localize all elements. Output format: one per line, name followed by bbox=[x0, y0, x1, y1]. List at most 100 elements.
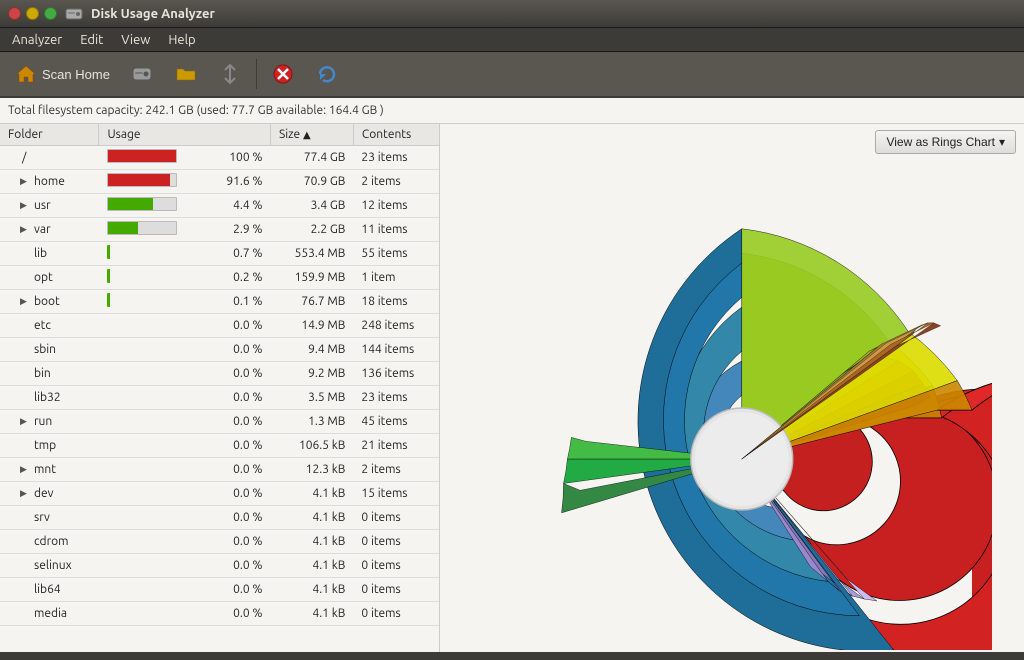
folder-name-text: cdrom bbox=[34, 535, 68, 548]
table-row[interactable]: media0.0 %4.1 kB0 items bbox=[0, 602, 439, 626]
table-row[interactable]: ▶mnt0.0 %12.3 kB2 items bbox=[0, 458, 439, 482]
stop-button[interactable] bbox=[263, 58, 303, 90]
folder-name-text: tmp bbox=[34, 439, 56, 452]
menu-help[interactable]: Help bbox=[160, 31, 203, 49]
col-usage[interactable]: Usage bbox=[99, 124, 271, 146]
close-button[interactable] bbox=[8, 7, 21, 20]
maximize-button[interactable] bbox=[44, 7, 57, 20]
table-row[interactable]: ▶dev0.0 %4.1 kB15 items bbox=[0, 482, 439, 506]
usage-bar-container bbox=[107, 197, 177, 211]
usage-bar-fill bbox=[107, 461, 110, 475]
menu-edit[interactable]: Edit bbox=[72, 31, 111, 49]
usage-bar-fill bbox=[107, 437, 110, 451]
usage-percent-cell: 0.0 % bbox=[206, 338, 271, 362]
table-row[interactable]: srv0.0 %4.1 kB0 items bbox=[0, 506, 439, 530]
rescan-button[interactable] bbox=[210, 58, 250, 90]
expand-arrow-icon[interactable]: ▶ bbox=[20, 176, 30, 187]
table-row[interactable]: ▶usr4.4 %3.4 GB12 items bbox=[0, 194, 439, 218]
usage-bar-fill bbox=[108, 174, 170, 186]
usage-percent-cell: 0.0 % bbox=[206, 482, 271, 506]
contents-cell: 23 items bbox=[353, 386, 439, 410]
minimize-button[interactable] bbox=[26, 7, 39, 20]
folder-icon bbox=[174, 62, 198, 86]
usage-bar-container bbox=[107, 557, 177, 571]
table-row[interactable]: cdrom0.0 %4.1 kB0 items bbox=[0, 530, 439, 554]
folder-name-cell: lib64 bbox=[0, 578, 99, 602]
folder-name-text: srv bbox=[34, 511, 50, 524]
table-row[interactable]: ▶home91.6 %70.9 GB2 items bbox=[0, 170, 439, 194]
size-cell: 77.4 GB bbox=[270, 146, 353, 170]
menu-view[interactable]: View bbox=[113, 31, 158, 49]
usage-bar-fill bbox=[108, 198, 153, 210]
table-row[interactable]: /100 %77.4 GB23 items bbox=[0, 146, 439, 170]
sunburst-chart bbox=[472, 170, 992, 650]
refresh-button[interactable] bbox=[307, 58, 347, 90]
table-header-row: Folder Usage Size ▲ Contents bbox=[0, 124, 439, 146]
file-list-panel[interactable]: Folder Usage Size ▲ Contents / 100 %77.4 … bbox=[0, 124, 440, 652]
expand-arrow-icon[interactable]: ▶ bbox=[20, 416, 30, 427]
usage-bar-container bbox=[107, 533, 177, 547]
usage-bar-container bbox=[107, 365, 177, 379]
usage-bar-fill bbox=[107, 605, 110, 619]
usage-bar-fill bbox=[107, 269, 110, 283]
expand-arrow-icon[interactable]: ▶ bbox=[20, 464, 30, 475]
usage-bar-cell bbox=[99, 314, 206, 338]
folder-name-text: run bbox=[34, 415, 52, 428]
table-row[interactable]: selinux0.0 %4.1 kB0 items bbox=[0, 554, 439, 578]
table-row[interactable]: sbin0.0 %9.4 MB144 items bbox=[0, 338, 439, 362]
usage-percent-cell: 0.0 % bbox=[206, 506, 271, 530]
scan-home-button[interactable]: Scan Home bbox=[6, 58, 118, 90]
scan-device-button[interactable] bbox=[122, 58, 162, 90]
folder-name-text: home bbox=[34, 175, 65, 188]
table-row[interactable]: opt0.2 %159.9 MB1 item bbox=[0, 266, 439, 290]
size-cell: 106.5 kB bbox=[270, 434, 353, 458]
table-row[interactable]: bin0.0 %9.2 MB136 items bbox=[0, 362, 439, 386]
col-size[interactable]: Size ▲ bbox=[270, 124, 353, 146]
drive-icon bbox=[130, 62, 154, 86]
refresh-icon bbox=[315, 62, 339, 86]
col-folder[interactable]: Folder bbox=[0, 124, 99, 146]
col-contents[interactable]: Contents bbox=[353, 124, 439, 146]
expand-arrow-icon[interactable]: ▶ bbox=[20, 224, 30, 235]
menubar: Analyzer Edit View Help bbox=[0, 28, 1024, 52]
usage-bar-fill bbox=[107, 389, 110, 403]
chart-area bbox=[440, 160, 1024, 660]
contents-cell: 11 items bbox=[353, 218, 439, 242]
expand-arrow-icon[interactable]: ▶ bbox=[20, 200, 30, 211]
usage-percent-cell: 0.7 % bbox=[206, 242, 271, 266]
table-row[interactable]: lib320.0 %3.5 MB23 items bbox=[0, 386, 439, 410]
size-cell: 4.1 kB bbox=[270, 506, 353, 530]
usage-percent-cell: 0.0 % bbox=[206, 458, 271, 482]
table-row[interactable]: ▶run0.0 %1.3 MB45 items bbox=[0, 410, 439, 434]
table-row[interactable]: etc0.0 %14.9 MB248 items bbox=[0, 314, 439, 338]
usage-bar-fill bbox=[107, 413, 110, 427]
stop-icon bbox=[271, 62, 295, 86]
folder-name-cell: opt bbox=[0, 266, 99, 290]
size-cell: 4.1 kB bbox=[270, 482, 353, 506]
menu-analyzer[interactable]: Analyzer bbox=[4, 31, 70, 49]
view-rings-button[interactable]: View as Rings Chart ▾ bbox=[875, 130, 1016, 154]
table-row[interactable]: lib640.0 %4.1 kB0 items bbox=[0, 578, 439, 602]
table-row[interactable]: ▶boot0.1 %76.7 MB18 items bbox=[0, 290, 439, 314]
usage-percent-cell: 100 % bbox=[206, 146, 271, 170]
usage-bar-container bbox=[107, 605, 177, 619]
usage-percent-cell: 0.0 % bbox=[206, 410, 271, 434]
dropdown-arrow-icon: ▾ bbox=[999, 135, 1005, 149]
table-row[interactable]: ▶var2.9 %2.2 GB11 items bbox=[0, 218, 439, 242]
usage-bar-cell bbox=[99, 578, 206, 602]
titlebar: Disk Usage Analyzer bbox=[0, 0, 1024, 28]
contents-cell: 21 items bbox=[353, 434, 439, 458]
usage-bar-cell bbox=[99, 194, 206, 218]
contents-cell: 136 items bbox=[353, 362, 439, 386]
scan-folder-button[interactable] bbox=[166, 58, 206, 90]
table-row[interactable]: lib0.7 %553.4 MB55 items bbox=[0, 242, 439, 266]
expand-arrow-icon[interactable]: ▶ bbox=[20, 488, 30, 499]
usage-bar-fill bbox=[107, 509, 110, 523]
folder-name-text: / bbox=[22, 151, 26, 164]
usage-bar-fill bbox=[107, 293, 110, 307]
usage-percent-cell: 0.0 % bbox=[206, 362, 271, 386]
usage-bar-container bbox=[107, 509, 177, 523]
expand-arrow-icon[interactable]: ▶ bbox=[20, 296, 30, 307]
usage-bar-fill bbox=[107, 365, 110, 379]
table-row[interactable]: tmp0.0 %106.5 kB21 items bbox=[0, 434, 439, 458]
